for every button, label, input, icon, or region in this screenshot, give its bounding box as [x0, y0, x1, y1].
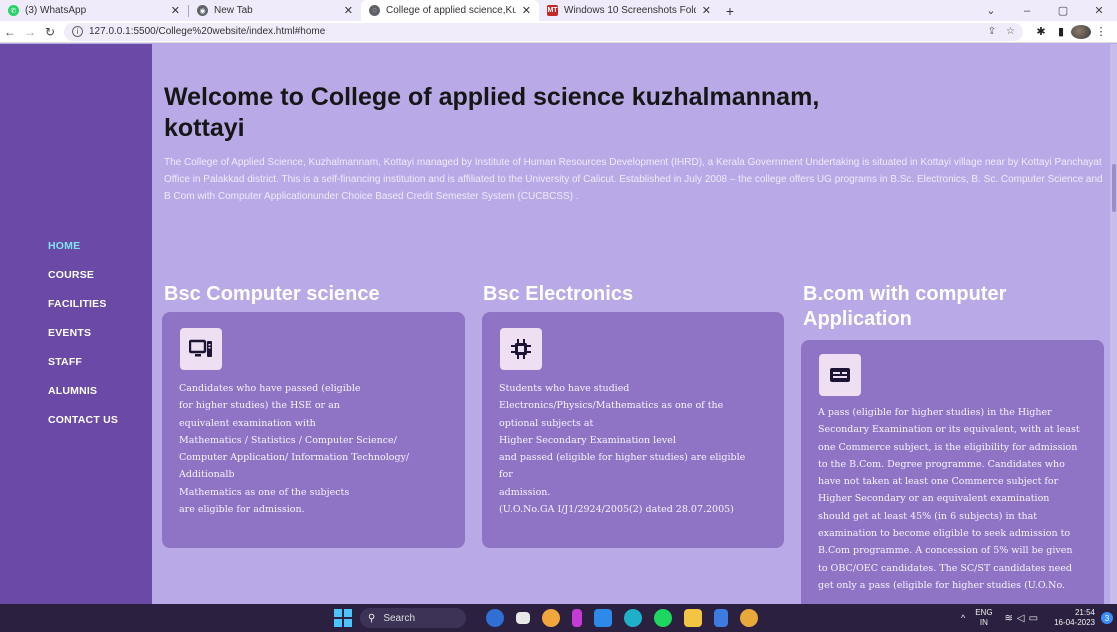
page-scrollbar[interactable]: [1110, 44, 1117, 604]
page-title-line-2: kottayi: [164, 114, 245, 142]
info-icon[interactable]: i: [72, 26, 83, 37]
browser-tab-strip: ✆ (3) WhatsApp ✕ ◉ New Tab ✕ ◌ College o…: [0, 0, 1117, 21]
course-card-bsc-cs: Candidates who have passed (eligible for…: [162, 312, 465, 548]
intro-paragraph: The College of Applied Science, Kuzhalma…: [164, 157, 1103, 202]
course-title-bsc-cs: Bsc Computer science: [164, 283, 380, 305]
clock-time: 21:54: [1074, 608, 1095, 617]
figma-icon[interactable]: [572, 609, 582, 627]
tab-title: College of applied science,Kuzhal: [386, 5, 516, 16]
system-tray: ^ ENG IN ≋◁▭ 21:54 16-04-2023 3: [961, 604, 1113, 632]
taskbar-apps: ⚲ Search: [334, 604, 764, 632]
wifi-volume-battery-icon[interactable]: ≋◁▭: [1005, 613, 1043, 624]
forward-arrow-icon[interactable]: →: [20, 21, 40, 43]
taskbar-search-label: Search: [383, 612, 416, 624]
globe-icon: ◌: [369, 5, 380, 16]
spotify-icon[interactable]: [654, 609, 672, 627]
course-card-bsc-electronics: Students who have studied Electronics/Ph…: [482, 312, 784, 548]
sidebar-item-events[interactable]: EVENTS: [48, 327, 118, 356]
tab-new-tab[interactable]: ◉ New Tab ✕: [189, 0, 361, 21]
notification-badge[interactable]: 3: [1101, 612, 1113, 624]
scrollbar-thumb[interactable]: [1112, 164, 1116, 212]
page-title-line-1: Welcome to College of applied science ku…: [164, 83, 820, 111]
course-title-bsc-electronics: Bsc Electronics: [483, 283, 634, 305]
course-title-line-1: B.com with computer: [803, 283, 1007, 305]
side-panel-icon[interactable]: ▮: [1051, 25, 1071, 38]
browser-toolbar: ← → ↻ i 127.0.0.1:5500/College%20website…: [0, 21, 1117, 43]
course-title-line-2: Application: [803, 308, 912, 330]
url-text[interactable]: 127.0.0.1:5500/College%20website/index.h…: [89, 26, 978, 37]
tab-windows-screenshots[interactable]: MT Windows 10 Screenshots Folder | ✕: [539, 0, 719, 21]
clock-date: 16-04-2023: [1054, 618, 1095, 627]
profile-avatar[interactable]: [1071, 24, 1091, 39]
file-explorer-icon[interactable]: [684, 609, 702, 627]
sidebar-item-home[interactable]: HOME: [48, 240, 118, 269]
back-arrow-icon[interactable]: ←: [0, 21, 20, 43]
sidebar: HOME COURSE FACILITIES EVENTS STAFF ALUM…: [0, 44, 152, 604]
close-window-icon[interactable]: ✕: [1081, 0, 1117, 21]
course-description: Candidates who have passed (eligible for…: [179, 383, 410, 516]
chevron-up-icon[interactable]: ^: [961, 613, 965, 623]
chrome-active-icon[interactable]: [740, 609, 758, 627]
bookmark-star-icon[interactable]: ☆: [1006, 26, 1015, 37]
language-code: ENG: [975, 608, 993, 617]
minimize-icon[interactable]: –: [1009, 0, 1045, 21]
course-card-bcom: A pass (eligible for higher studies) in …: [801, 340, 1104, 604]
page-title: Welcome to College of applied science ku…: [164, 82, 924, 144]
new-tab-button[interactable]: +: [719, 0, 741, 21]
close-tab-icon[interactable]: ✕: [171, 4, 180, 17]
menu-kebab-icon[interactable]: ⋮: [1091, 25, 1111, 38]
sidebar-item-alumnis[interactable]: ALUMNIS: [48, 385, 118, 414]
tab-title: New Tab: [214, 5, 253, 16]
course-title-bcom: B.com with computer Application: [803, 282, 1006, 332]
taskbar-search[interactable]: ⚲ Search: [360, 608, 466, 628]
windows-start-icon[interactable]: [334, 609, 352, 627]
sidebar-nav: HOME COURSE FACILITIES EVENTS STAFF ALUM…: [48, 240, 118, 443]
tab-whatsapp[interactable]: ✆ (3) WhatsApp ✕: [0, 0, 188, 21]
sidebar-item-staff[interactable]: STAFF: [48, 356, 118, 385]
whatsapp-icon: ✆: [8, 5, 19, 16]
web-page: HOME COURSE FACILITIES EVENTS STAFF ALUM…: [0, 44, 1117, 604]
share-icon[interactable]: ⇪: [988, 26, 996, 37]
taskbar-clock[interactable]: 21:54 16-04-2023: [1054, 608, 1095, 628]
course-description: Students who have studied Electronics/Ph…: [499, 383, 746, 516]
tab-college-website[interactable]: ◌ College of applied science,Kuzhal ✕: [361, 0, 539, 21]
extensions-puzzle-icon[interactable]: ✱: [1031, 25, 1051, 38]
sidebar-item-contact-us[interactable]: CONTACT US: [48, 414, 118, 443]
computer-icon: [180, 328, 222, 370]
chrome-taskbar-icon[interactable]: [542, 609, 560, 627]
tab-title: Windows 10 Screenshots Folder |: [564, 5, 696, 16]
extensions-area: ✱ ▮ ⋮: [1031, 24, 1117, 39]
course-description: A pass (eligible for higher studies) in …: [818, 407, 1080, 591]
close-tab-icon[interactable]: ✕: [522, 4, 531, 17]
reload-icon[interactable]: ↻: [40, 21, 60, 43]
notepad-icon[interactable]: [714, 609, 728, 627]
language-indicator[interactable]: ENG IN: [975, 608, 992, 628]
edge-icon[interactable]: [624, 609, 642, 627]
tab-search-icon[interactable]: ⌄: [973, 0, 1009, 21]
chrome-icon: ◉: [197, 5, 208, 16]
search-icon: ⚲: [368, 612, 376, 624]
address-bar[interactable]: i 127.0.0.1:5500/College%20website/index…: [64, 22, 1023, 41]
windows-taskbar: ⚲ Search ^ ENG IN ≋◁▭ 21:54 16-04-2023 3: [0, 604, 1117, 632]
taskbar-app-icon[interactable]: [486, 609, 504, 627]
close-tab-icon[interactable]: ✕: [702, 4, 711, 17]
region-code: IN: [979, 618, 988, 627]
sidebar-item-course[interactable]: COURSE: [48, 269, 118, 298]
task-view-icon[interactable]: [516, 612, 530, 624]
microchip-icon: [500, 328, 542, 370]
restore-icon[interactable]: ▢: [1045, 0, 1081, 21]
close-tab-icon[interactable]: ✕: [344, 4, 353, 17]
sidebar-item-facilities[interactable]: FACILITIES: [48, 298, 118, 327]
mt-icon: MT: [547, 5, 558, 16]
vscode-icon[interactable]: [594, 609, 612, 627]
keyboard-icon: [819, 354, 861, 396]
window-controls: ⌄ – ▢ ✕: [973, 0, 1117, 21]
tab-title: (3) WhatsApp: [25, 5, 87, 16]
